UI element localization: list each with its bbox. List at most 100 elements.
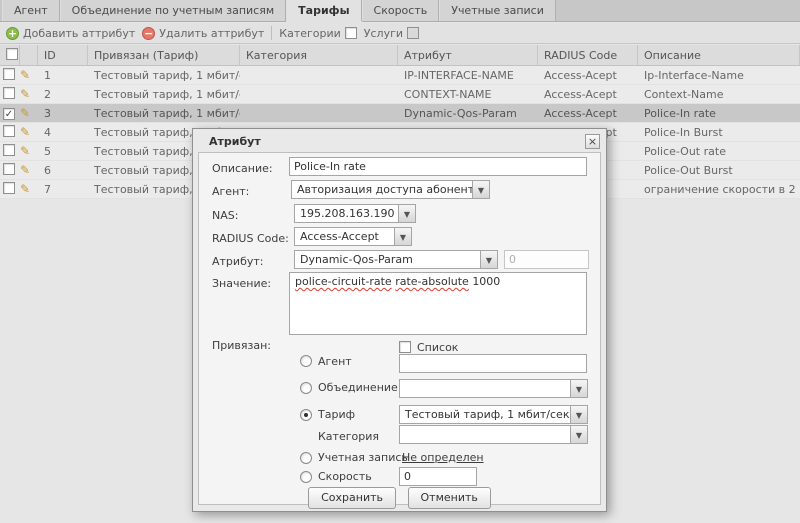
row-checkbox[interactable] xyxy=(3,163,15,175)
close-icon[interactable]: × xyxy=(585,134,600,149)
row-checkbox-checked[interactable]: ✓ xyxy=(3,108,15,120)
edit-pencil-icon[interactable]: ✎ xyxy=(20,88,30,101)
row-checkbox[interactable] xyxy=(3,144,15,156)
edit-pencil-icon[interactable]: ✎ xyxy=(20,107,30,120)
bind-category-select[interactable]: ▼ xyxy=(399,425,588,444)
bind-category-label: Категория xyxy=(318,430,379,443)
services-checkbox[interactable] xyxy=(407,27,419,39)
edit-pencil-icon[interactable]: ✎ xyxy=(20,183,30,196)
list-checkbox[interactable] xyxy=(399,341,411,353)
description-label: Описание: xyxy=(212,162,273,175)
attribute-dialog: Атрибут × Описание: Police-In rate Агент… xyxy=(192,128,607,512)
edit-pencil-icon[interactable]: ✎ xyxy=(20,164,30,177)
remove-attribute-label: Удалить аттрибут xyxy=(159,27,264,40)
cell-description: Ip-Interface-Name xyxy=(638,69,800,82)
nas-label: NAS: xyxy=(212,209,238,222)
tab-union-by-accounts[interactable]: Объединение по учетным записям xyxy=(60,0,286,21)
cell-description: Police-In Burst xyxy=(638,126,800,139)
chevron-down-icon[interactable]: ▼ xyxy=(570,426,587,443)
header-edit-column xyxy=(20,45,38,65)
edit-pencil-icon[interactable]: ✎ xyxy=(20,69,30,82)
value-label: Значение: xyxy=(212,277,271,290)
add-attribute-button[interactable]: + Добавить аттрибут xyxy=(6,27,135,40)
agent-select[interactable]: Авторизация доступа абонентов по пр ▼ xyxy=(291,180,490,199)
header-attribute[interactable]: Атрибут xyxy=(398,45,538,65)
chevron-down-icon[interactable]: ▼ xyxy=(570,380,587,397)
list-label: Список xyxy=(417,341,458,354)
cell-description: ограничение скорости в 2 м... xyxy=(638,183,800,196)
table-row[interactable]: ✎ 2 Тестовый тариф, 1 мбит/сек,... CONTE… xyxy=(0,85,800,104)
bind-account-radio[interactable] xyxy=(300,452,312,464)
bind-account-label: Учетная запись xyxy=(318,451,408,464)
bind-speed-radio[interactable] xyxy=(300,471,312,483)
tab-bar: Агент Объединение по учетным записям Тар… xyxy=(0,0,800,22)
row-checkbox[interactable] xyxy=(3,87,15,99)
value-textarea[interactable]: police-circuit-rate rate-absolute 1000 xyxy=(289,272,587,335)
row-checkbox[interactable] xyxy=(3,68,15,80)
bind-union-label: Объединение xyxy=(318,381,398,394)
header-bound[interactable]: Привязан (Тариф) xyxy=(88,45,240,65)
chevron-down-icon[interactable]: ▼ xyxy=(398,205,415,222)
chevron-down-icon[interactable]: ▼ xyxy=(480,251,497,268)
cell-bound: Тестовый тариф, 1 мбит/сек,... xyxy=(88,69,240,82)
cell-attribute: Dynamic-Qos-Param xyxy=(398,107,538,120)
tab-agent[interactable]: Агент xyxy=(2,0,60,21)
cell-description: Context-Name xyxy=(638,88,800,101)
bind-tariff-select[interactable]: Тестовый тариф, 1 мбит/сек, 500 р ▼ xyxy=(399,405,588,424)
header-radius-code[interactable]: RADIUS Code xyxy=(538,45,638,65)
cell-id: 7 xyxy=(38,183,88,196)
radius-code-label: RADIUS Code: xyxy=(212,232,289,245)
edit-pencil-icon[interactable]: ✎ xyxy=(20,145,30,158)
add-attribute-label: Добавить аттрибут xyxy=(23,27,135,40)
bind-agent-input[interactable] xyxy=(399,354,587,373)
cell-attribute: IP-INTERFACE-NAME xyxy=(398,69,538,82)
chevron-down-icon[interactable]: ▼ xyxy=(570,406,587,423)
cancel-button[interactable]: Отменить xyxy=(408,487,491,509)
chevron-down-icon[interactable]: ▼ xyxy=(394,228,411,245)
speed-input[interactable]: 0 xyxy=(399,467,477,486)
cell-radius: Access-Acept xyxy=(538,107,638,120)
bind-union-radio[interactable] xyxy=(300,382,312,394)
cell-id: 6 xyxy=(38,164,88,177)
services-toggle: Услуги xyxy=(364,27,419,40)
table-row[interactable]: ✎ 1 Тестовый тариф, 1 мбит/сек,... IP-IN… xyxy=(0,66,800,85)
bind-agent-radio[interactable] xyxy=(300,355,312,367)
header-id[interactable]: ID xyxy=(38,45,88,65)
bind-tariff-radio[interactable] xyxy=(300,409,312,421)
bind-union-select[interactable]: ▼ xyxy=(399,379,588,398)
edit-pencil-icon[interactable]: ✎ xyxy=(20,126,30,139)
description-input[interactable]: Police-In rate xyxy=(289,157,587,176)
tab-tariffs[interactable]: Тарифы xyxy=(286,0,361,21)
header-description[interactable]: Описание xyxy=(638,45,800,65)
cell-description: Police-Out Burst xyxy=(638,164,800,177)
cell-bound: Тестовый тариф, 1 мбит/сек,... xyxy=(88,107,240,120)
attribute-code-input[interactable]: 0 xyxy=(504,250,589,269)
header-category[interactable]: Категория xyxy=(240,45,398,65)
radius-code-select[interactable]: Access-Accept ▼ xyxy=(294,227,412,246)
value-word: rate-absolute xyxy=(395,275,469,288)
tab-accounts[interactable]: Учетные записи xyxy=(439,0,556,21)
dialog-title: Атрибут xyxy=(209,135,261,148)
categories-checkbox[interactable] xyxy=(345,27,357,39)
cell-id: 2 xyxy=(38,88,88,101)
attribute-select[interactable]: Dynamic-Qos-Param ▼ xyxy=(294,250,498,269)
bind-agent-label: Агент xyxy=(318,355,352,368)
chevron-down-icon[interactable]: ▼ xyxy=(472,181,489,198)
services-label: Услуги xyxy=(364,27,403,40)
minus-circle-icon: − xyxy=(142,27,155,40)
dialog-form: Описание: Police-In rate Агент: Авториза… xyxy=(198,152,601,505)
save-button[interactable]: Сохранить xyxy=(308,487,396,509)
account-not-defined-link[interactable]: Не определен xyxy=(402,451,484,464)
cell-id: 4 xyxy=(38,126,88,139)
row-checkbox[interactable] xyxy=(3,125,15,137)
remove-attribute-button[interactable]: − Удалить аттрибут xyxy=(142,27,264,40)
cell-id: 3 xyxy=(38,107,88,120)
cell-radius: Access-Acept xyxy=(538,69,638,82)
nas-select[interactable]: 195.208.163.190 ▼ xyxy=(294,204,416,223)
select-all-checkbox[interactable] xyxy=(6,48,18,60)
tab-speed[interactable]: Скорость xyxy=(362,0,440,21)
row-checkbox[interactable] xyxy=(3,182,15,194)
value-word: police-circuit-rate xyxy=(295,275,392,288)
agent-select-value: Авторизация доступа абонентов по пр xyxy=(292,181,489,196)
table-row-selected[interactable]: ✓ ✎ 3 Тестовый тариф, 1 мбит/сек,... Dyn… xyxy=(0,104,800,123)
